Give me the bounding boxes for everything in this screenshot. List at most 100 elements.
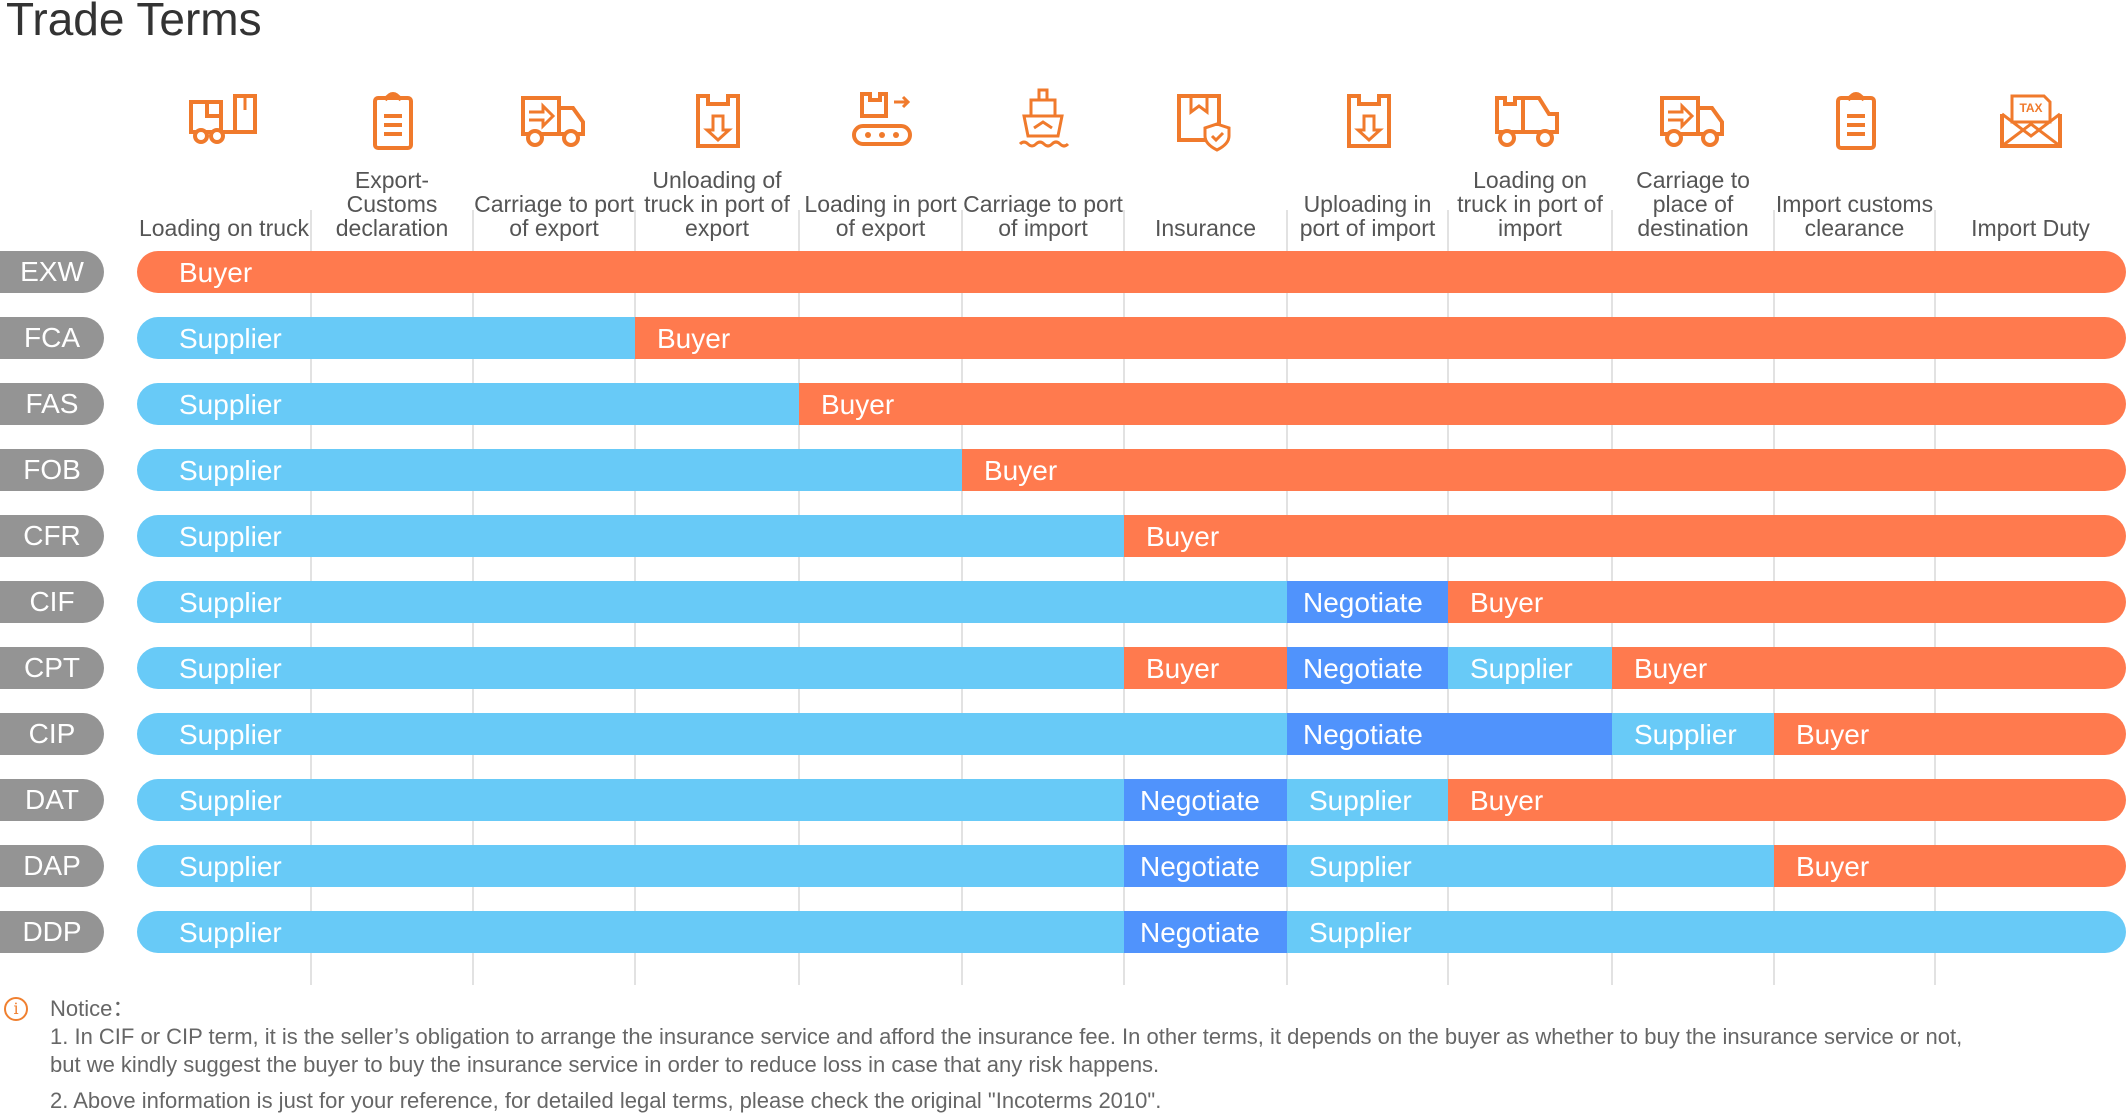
column-label: Unloading of truck in port of export — [644, 167, 790, 241]
column-label: Import customs clearance — [1775, 191, 1934, 241]
ship-icon — [1018, 88, 1070, 148]
truck-cargo-icon — [1495, 96, 1559, 147]
term-row: DAT Supplier Negotiate Supplier Buyer — [0, 779, 2128, 821]
segment-buyer: Buyer — [1124, 647, 1287, 689]
segment-supplier: Supplier — [137, 911, 1124, 953]
column-label: Uploading in port of import — [1299, 191, 1436, 241]
segment-buyer: Buyer — [1774, 845, 2126, 887]
segment-supplier: Supplier — [137, 581, 1287, 623]
box-unload-icon — [696, 94, 740, 148]
column-header: Carriage to port of import — [962, 88, 1124, 248]
notice-line-1a: 1. In CIF or CIP term, it is the seller’… — [50, 1024, 1963, 1049]
segment-buyer: Buyer — [137, 251, 2126, 293]
column-header: Unloading of truck in port of export — [635, 88, 799, 248]
delivery-truck-icon — [1660, 96, 1724, 147]
segment-buyer: Buyer — [799, 383, 2126, 425]
segment-supplier: Supplier — [137, 383, 799, 425]
tax-envelope-icon: TAX — [1999, 94, 2062, 148]
column-header: TAX Import Duty — [1935, 88, 2126, 248]
term-row: DDP Supplier Negotiate Supplier — [0, 911, 2128, 953]
term-badge: DAT — [0, 779, 104, 821]
segment-supplier: Supplier — [1612, 713, 1774, 755]
term-row: DAP Supplier Negotiate Supplier Buyer — [0, 845, 2128, 887]
column-label: Insurance — [1154, 215, 1256, 241]
term-row: EXW Buyer — [0, 251, 2128, 293]
notice-heading: Notice： — [50, 996, 135, 1021]
column-header: Loading on truck in port of import — [1448, 88, 1612, 248]
column-label: Loading on truck in port of import — [1457, 167, 1603, 241]
segment-buyer: Buyer — [1448, 581, 2126, 623]
responsibility-bar: Supplier Buyer — [137, 383, 2126, 425]
segment-supplier: Supplier — [137, 317, 635, 359]
segment-buyer: Buyer — [1124, 515, 2126, 557]
page-title: Trade Terms — [6, 0, 262, 45]
term-badge: CIF — [0, 581, 104, 623]
info-icon: i — [4, 997, 28, 1021]
segment-supplier: Supplier — [137, 449, 962, 491]
responsibility-bar: Supplier Buyer — [137, 449, 2126, 491]
segment-supplier: Supplier — [137, 779, 1124, 821]
segment-buyer: Buyer — [962, 449, 2126, 491]
responsibility-bar: Supplier Buyer — [137, 515, 2126, 557]
segment-supplier: Supplier — [1287, 911, 2126, 953]
column-header: Loading in port of export — [799, 88, 962, 248]
segment-negotiate: Negotiate — [1287, 581, 1448, 623]
term-badge: DDP — [0, 911, 104, 953]
responsibility-bar: Supplier Negotiate Supplier Buyer — [137, 845, 2126, 887]
responsibility-bar: Supplier Negotiate Buyer — [137, 581, 2126, 623]
term-row: CIF Supplier Negotiate Buyer — [0, 581, 2128, 623]
term-row: FOB Supplier Buyer — [0, 449, 2128, 491]
term-badge: FCA — [0, 317, 104, 359]
segment-supplier: Supplier — [137, 515, 1124, 557]
segment-supplier: Supplier — [1287, 845, 1774, 887]
segment-buyer: Buyer — [635, 317, 2126, 359]
column-label: Carriage to place of destination — [1636, 167, 1750, 241]
delivery-truck-icon — [521, 96, 585, 147]
term-row: FCA Supplier Buyer — [0, 317, 2128, 359]
column-label: Export-Customs declaration — [335, 167, 449, 241]
segment-negotiate: Negotiate — [1124, 845, 1287, 887]
column-header: Insurance — [1124, 88, 1287, 248]
segment-buyer: Buyer — [1448, 779, 2126, 821]
segment-supplier: Supplier — [137, 647, 1124, 689]
column-header: Export-Customs declaration — [311, 88, 473, 248]
conveyor-icon — [851, 92, 912, 146]
column-label: Loading in port of export — [804, 191, 957, 241]
term-badge: CIP — [0, 713, 104, 755]
term-row: CPT Supplier Buyer Negotiate Supplier Buyer — [0, 647, 2128, 689]
box-unload-icon — [1346, 94, 1391, 148]
segment-supplier: Supplier — [137, 713, 1287, 755]
responsibility-bar: Supplier Negotiate Supplier Buyer — [137, 713, 2126, 755]
term-row: CFR Supplier Buyer — [0, 515, 2128, 557]
responsibility-bar: Supplier Negotiate Supplier Buyer — [137, 779, 2126, 821]
segment-buyer: Buyer — [1774, 713, 2126, 755]
segment-negotiate: Negotiate — [1287, 713, 1612, 755]
term-badge: EXW — [0, 251, 104, 293]
term-badge: FAS — [0, 383, 104, 425]
column-header: Import customs clearance — [1774, 88, 1935, 248]
term-badge: CFR — [0, 515, 104, 557]
term-row: FAS Supplier Buyer — [0, 383, 2128, 425]
clipboard-icon — [1835, 92, 1876, 150]
responsibility-bar: Buyer — [137, 251, 2126, 293]
column-header: Loading on truck — [137, 88, 311, 248]
term-badge: FOB — [0, 449, 104, 491]
column-header: Carriage to place of destination — [1612, 88, 1774, 248]
term-badge: CPT — [0, 647, 104, 689]
segment-negotiate: Negotiate — [1124, 911, 1287, 953]
responsibility-bar: Supplier Negotiate Supplier — [137, 911, 2126, 953]
segment-supplier: Supplier — [1448, 647, 1612, 689]
segment-negotiate: Negotiate — [1287, 647, 1448, 689]
insured-box-icon — [1176, 94, 1230, 152]
segment-buyer: Buyer — [1612, 647, 2126, 689]
svg-text:TAX: TAX — [2019, 101, 2042, 115]
responsibility-bar: Supplier Buyer Negotiate Supplier Buyer — [137, 647, 2126, 689]
column-label: Carriage to port of import — [963, 191, 1123, 241]
clipboard-icon — [373, 92, 413, 150]
column-label: Loading on truck — [138, 215, 310, 241]
term-badge: DAP — [0, 845, 104, 887]
segment-supplier: Supplier — [1287, 779, 1448, 821]
column-label: Import Duty — [1971, 215, 2090, 241]
segment-supplier: Supplier — [137, 845, 1124, 887]
column-header: Uploading in port of import — [1287, 88, 1448, 248]
